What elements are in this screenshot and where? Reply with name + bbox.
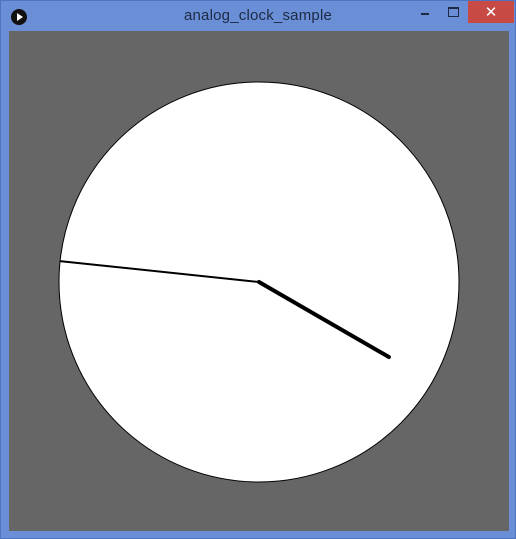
close-icon: ✕ — [484, 3, 498, 21]
minimize-icon — [421, 13, 429, 15]
sketch-canvas — [9, 31, 509, 531]
minimize-button[interactable] — [411, 1, 439, 23]
analog-clock — [58, 81, 460, 483]
app-window: analog_clock_sample ✕ — [0, 0, 516, 539]
maximize-icon — [447, 7, 459, 17]
maximize-button[interactable] — [439, 1, 467, 23]
close-button[interactable]: ✕ — [468, 1, 514, 23]
title-bar[interactable]: analog_clock_sample ✕ — [1, 1, 515, 31]
